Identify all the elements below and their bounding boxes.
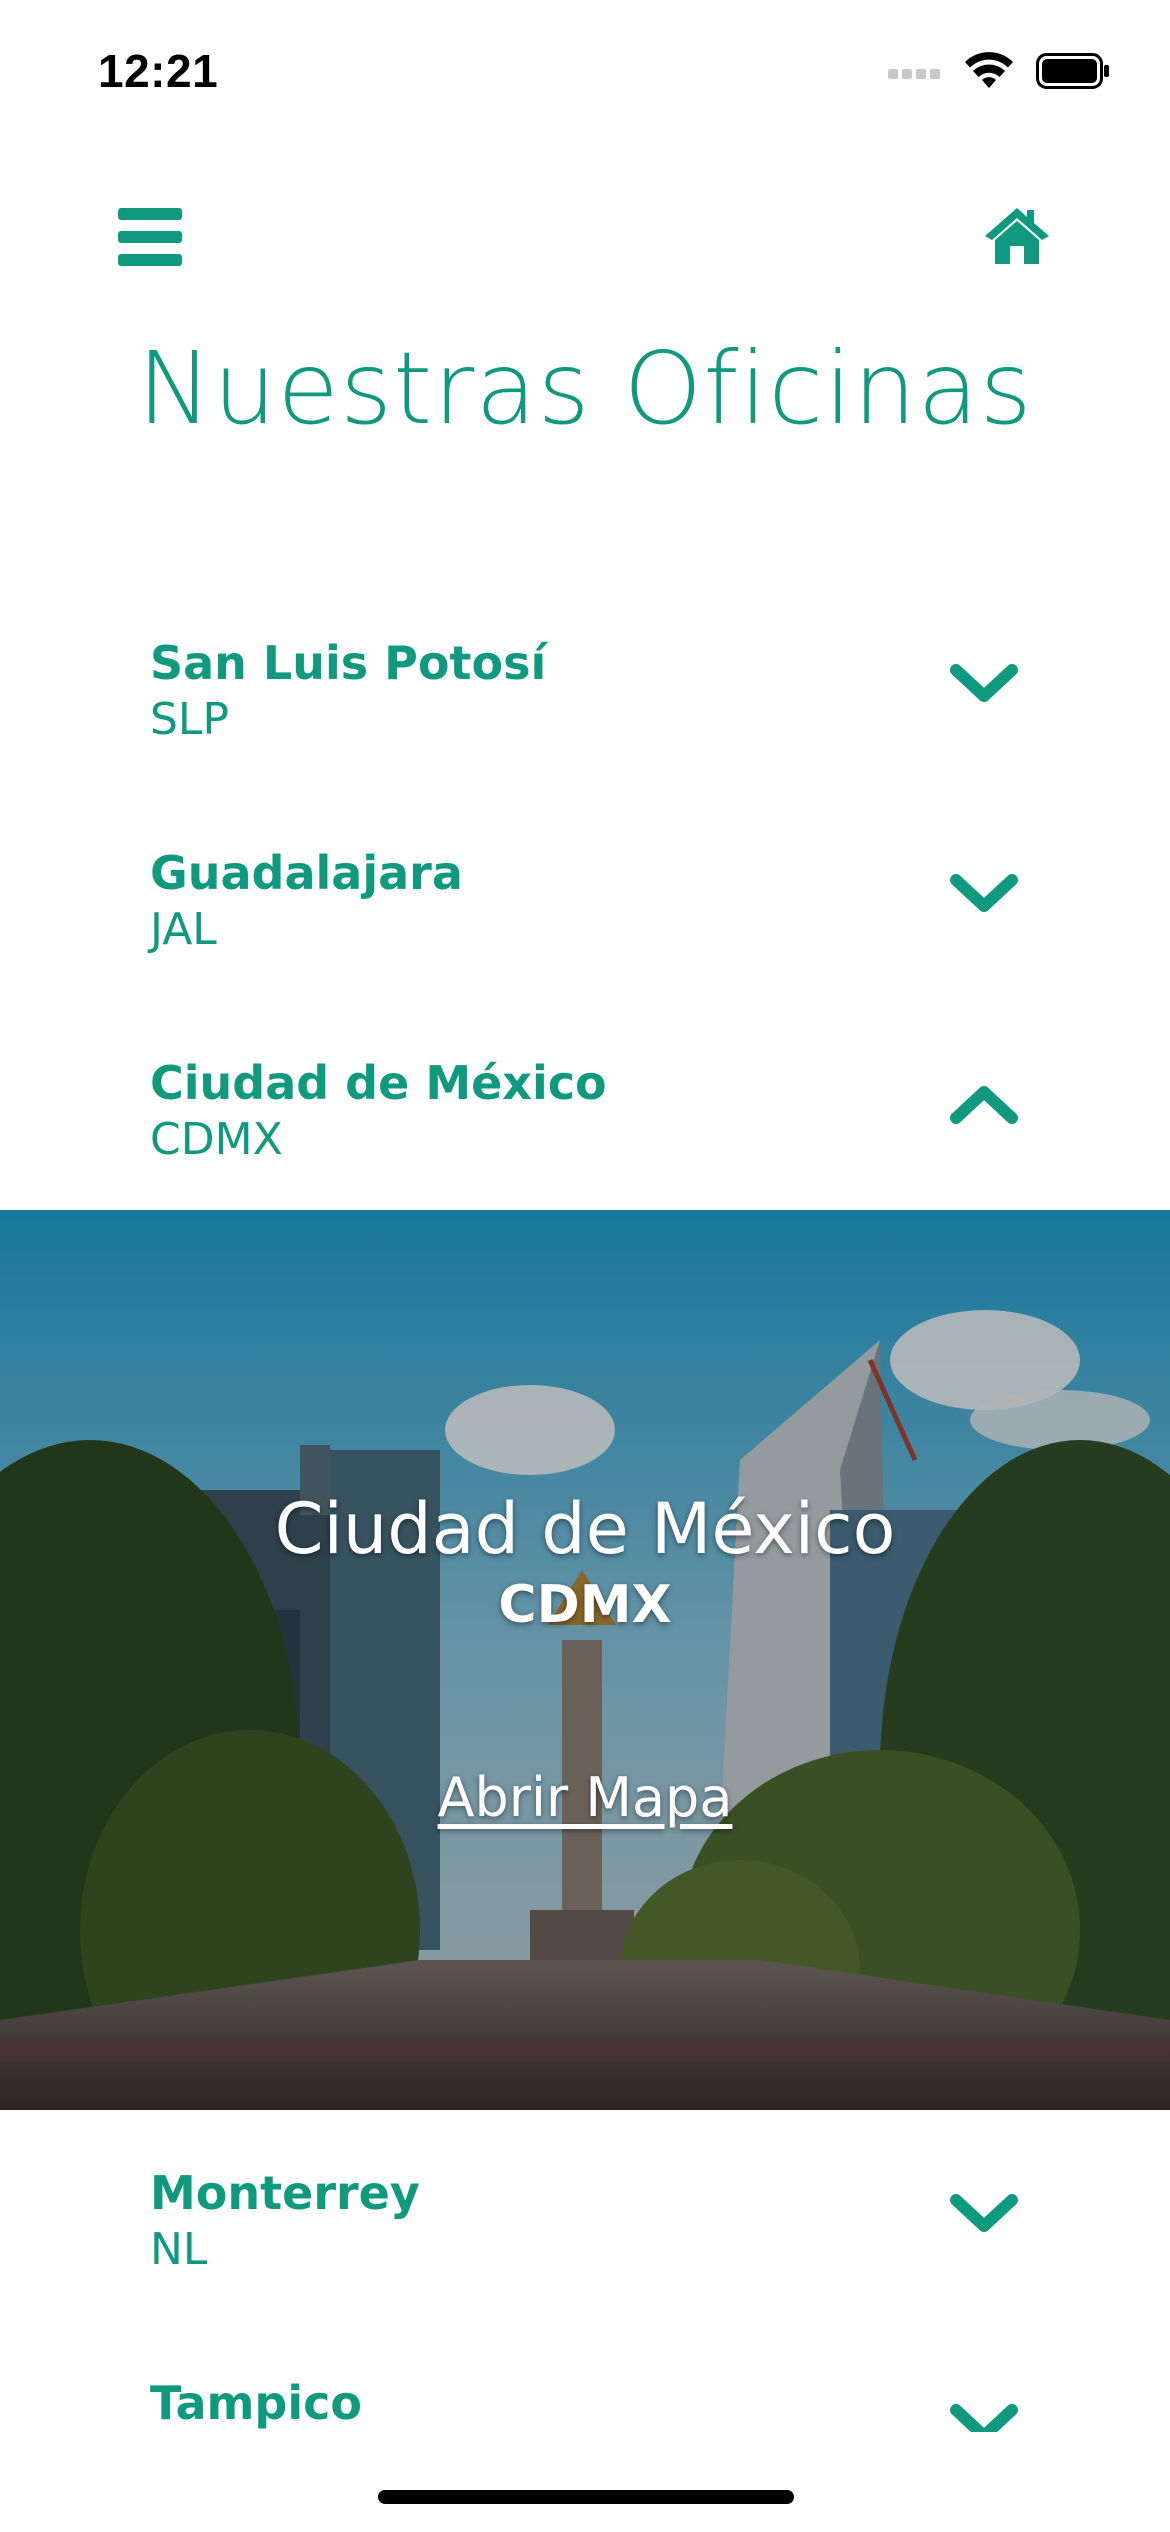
office-name: Guadalajara — [150, 846, 463, 900]
office-name: Tampico — [150, 2376, 362, 2430]
office-code: JAL — [150, 904, 217, 955]
home-indicator[interactable] — [378, 2490, 794, 2504]
hamburger-menu-icon — [118, 208, 182, 266]
panel-city-name: Ciudad de México — [274, 1488, 896, 1570]
wifi-icon — [965, 52, 1013, 88]
office-name: Ciudad de México — [150, 1056, 607, 1110]
chevron-down-icon[interactable] — [950, 2402, 1018, 2432]
status-time: 12:21 — [98, 45, 219, 97]
office-name: Monterrey — [150, 2166, 420, 2220]
office-row-ciudad-de-mexico[interactable]: Ciudad de México CDMX — [0, 1032, 1170, 1222]
image-overlay — [0, 1210, 1170, 2110]
page-title: Nuestras Oficinas — [137, 330, 1033, 447]
battery-icon — [1036, 53, 1109, 89]
status-icons — [888, 52, 1110, 90]
home-icon — [985, 208, 1049, 264]
office-code: SLP — [150, 694, 229, 745]
chevron-down-icon[interactable] — [950, 872, 1018, 916]
chevron-down-icon[interactable] — [950, 2192, 1018, 2236]
status-bar: 12:21 — [0, 0, 1170, 150]
menu-button[interactable] — [118, 208, 182, 266]
chevron-down-icon[interactable] — [950, 662, 1018, 706]
open-map-link[interactable]: Abrir Mapa — [0, 1766, 1170, 1829]
office-row-san-luis-potosi[interactable]: San Luis Potosí SLP — [0, 612, 1170, 802]
home-button[interactable] — [982, 206, 1052, 266]
office-code: NL — [150, 2224, 208, 2275]
office-row-tampico[interactable]: Tampico — [0, 2352, 1170, 2432]
office-row-guadalajara[interactable]: Guadalajara JAL — [0, 822, 1170, 1012]
office-row-monterrey[interactable]: Monterrey NL — [0, 2142, 1170, 2332]
office-code: CDMX — [150, 1114, 283, 1165]
office-name: San Luis Potosí — [150, 636, 547, 690]
cellular-signal-icon — [888, 69, 940, 79]
chevron-up-icon[interactable] — [950, 1082, 1018, 1126]
office-detail-panel: Ciudad de México CDMX Abrir Mapa — [0, 1210, 1170, 2110]
panel-city-code: CDMX — [498, 1575, 672, 1635]
